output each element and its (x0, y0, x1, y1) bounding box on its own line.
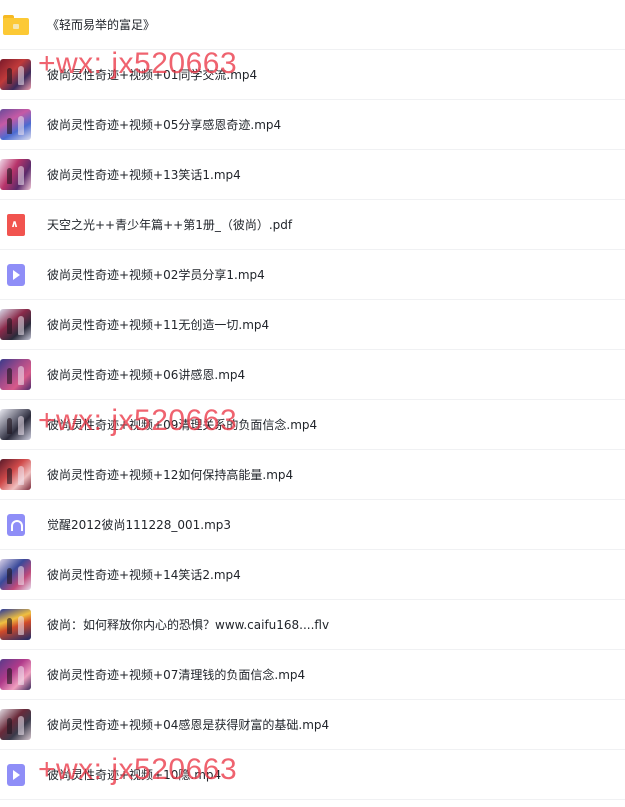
file-row[interactable]: 彼尚灵性奇迹+视频+13笑话1.mp4 (0, 150, 625, 200)
file-name: 彼尚灵性奇迹+视频+10隐.mp4 (47, 768, 222, 782)
video-thumbnail-icon (0, 709, 31, 740)
file-name: 彼尚灵性奇迹+视频+09清理关系的负面信念.mp4 (47, 418, 318, 432)
file-row[interactable]: 彼尚灵性奇迹+视频+10隐.mp4 (0, 750, 625, 800)
video-thumbnail-icon (0, 409, 31, 440)
video-file-icon (0, 759, 31, 790)
file-name: 彼尚灵性奇迹+视频+04感恩是获得财富的基础.mp4 (47, 718, 330, 732)
file-row[interactable]: 彼尚灵性奇迹+视频+14笑话2.mp4 (0, 550, 625, 600)
file-row[interactable]: 彼尚：如何释放你内心的恐惧？www.caifu168....flv (0, 600, 625, 650)
folder-icon (0, 9, 31, 40)
video-thumbnail-icon (0, 459, 31, 490)
file-name: 彼尚灵性奇迹+视频+12如何保持高能量.mp4 (47, 468, 294, 482)
file-row[interactable]: ∧ 天空之光++青少年篇++第1册_（彼尚）.pdf (0, 200, 625, 250)
file-name: 彼尚：如何释放你内心的恐惧？www.caifu168....flv (47, 618, 330, 632)
video-thumbnail-icon (0, 159, 31, 190)
file-name: 彼尚灵性奇迹+视频+11无创造一切.mp4 (47, 318, 270, 332)
file-row[interactable]: 彼尚灵性奇迹+视频+04感恩是获得财富的基础.mp4 (0, 700, 625, 750)
file-name: 彼尚灵性奇迹+视频+01同学交流.mp4 (47, 68, 258, 82)
file-row[interactable]: 彼尚灵性奇迹+视频+12如何保持高能量.mp4 (0, 450, 625, 500)
video-thumbnail-icon (0, 659, 31, 690)
file-name: 彼尚灵性奇迹+视频+02学员分享1.mp4 (47, 268, 265, 282)
file-name: 觉醒2012彼尚111228_001.mp3 (47, 518, 232, 532)
file-row[interactable]: 彼尚灵性奇迹+视频+09清理关系的负面信念.mp4 (0, 400, 625, 450)
file-name: 彼尚灵性奇迹+视频+07清理钱的负面信念.mp4 (47, 668, 306, 682)
video-thumbnail-icon (0, 559, 31, 590)
file-row[interactable]: 彼尚灵性奇迹+视频+06讲感恩.mp4 (0, 350, 625, 400)
file-list: 《轻而易举的富足》彼尚灵性奇迹+视频+01同学交流.mp4 彼尚灵性奇迹+视频+0… (0, 0, 625, 800)
audio-file-icon (0, 509, 31, 540)
video-thumbnail-icon (0, 109, 31, 140)
file-row[interactable]: 彼尚灵性奇迹+视频+05分享感恩奇迹.mp4 (0, 100, 625, 150)
file-name: 天空之光++青少年篇++第1册_（彼尚）.pdf (47, 218, 293, 232)
file-row[interactable]: 彼尚灵性奇迹+视频+02学员分享1.mp4 (0, 250, 625, 300)
file-row[interactable]: 觉醒2012彼尚111228_001.mp3 (0, 500, 625, 550)
file-row[interactable]: 《轻而易举的富足》 (0, 0, 625, 50)
pdf-file-icon: ∧ (0, 209, 31, 240)
file-name: 彼尚灵性奇迹+视频+06讲感恩.mp4 (47, 368, 246, 382)
file-name: 彼尚灵性奇迹+视频+13笑话1.mp4 (47, 168, 241, 182)
video-file-icon (0, 259, 31, 290)
video-thumbnail-icon (0, 359, 31, 390)
video-thumbnail-icon (0, 609, 31, 640)
video-thumbnail-icon (0, 309, 31, 340)
file-row[interactable]: 彼尚灵性奇迹+视频+07清理钱的负面信念.mp4 (0, 650, 625, 700)
file-row[interactable]: 彼尚灵性奇迹+视频+11无创造一切.mp4 (0, 300, 625, 350)
video-thumbnail-icon (0, 59, 31, 90)
file-row[interactable]: 彼尚灵性奇迹+视频+01同学交流.mp4 (0, 50, 625, 100)
file-name: 《轻而易举的富足》 (47, 18, 156, 32)
file-name: 彼尚灵性奇迹+视频+14笑话2.mp4 (47, 568, 241, 582)
file-name: 彼尚灵性奇迹+视频+05分享感恩奇迹.mp4 (47, 118, 282, 132)
